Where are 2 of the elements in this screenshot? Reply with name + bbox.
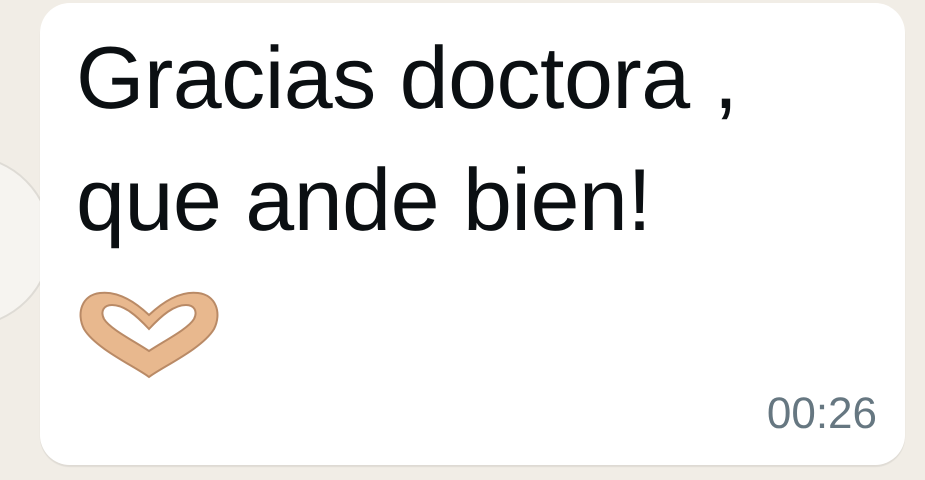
message-time: 00:26 xyxy=(766,388,877,440)
message-text: Gracias doctora , que ande bien! xyxy=(76,27,739,251)
